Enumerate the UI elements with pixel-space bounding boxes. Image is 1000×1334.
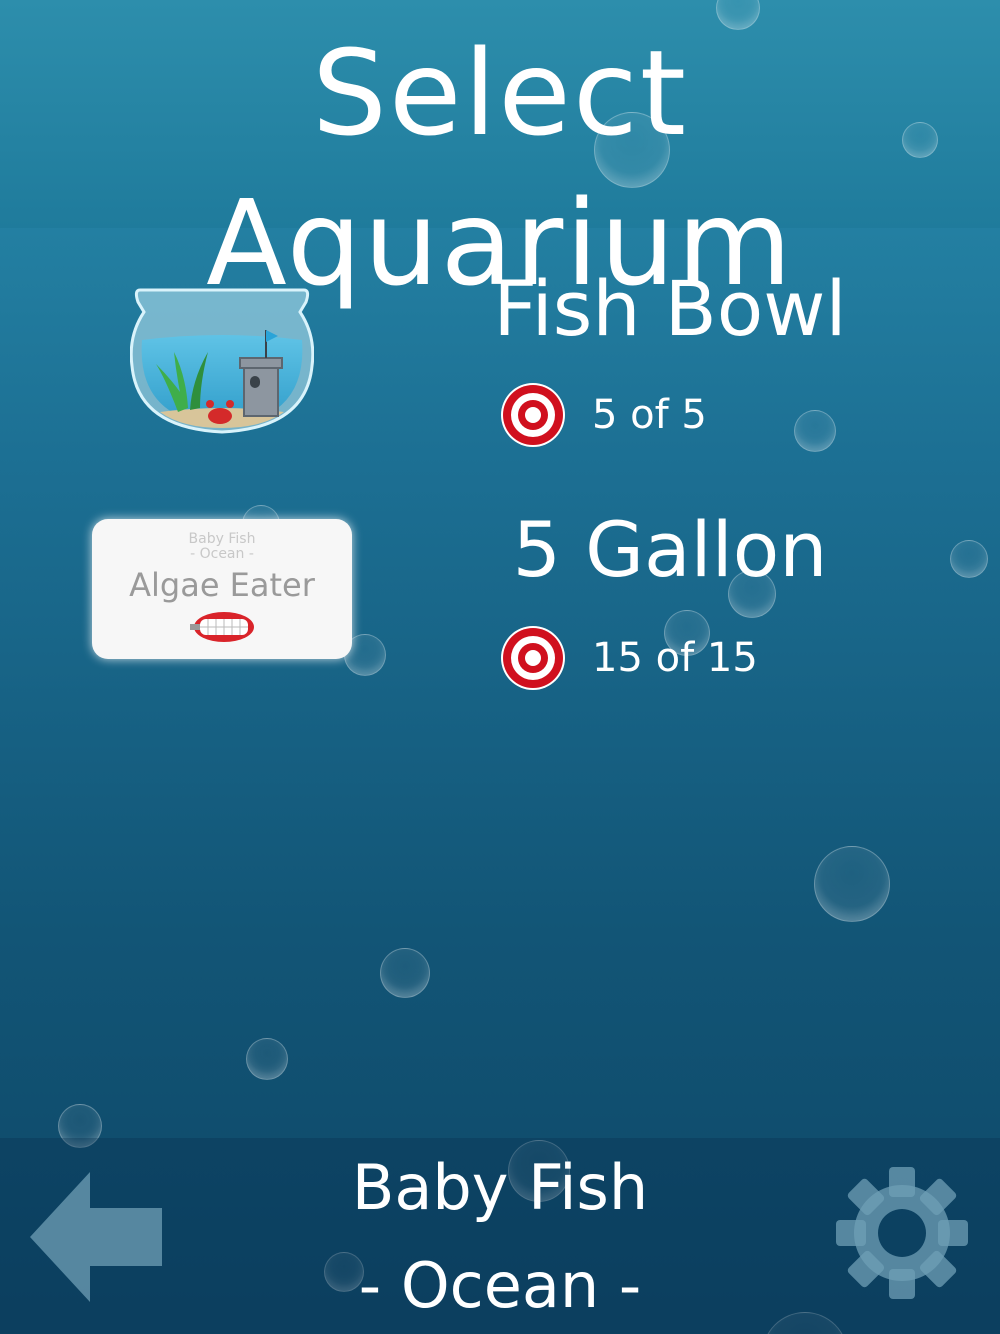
- card-small-subtitle: - Ocean -: [190, 546, 254, 562]
- fish-bowl-icon: [129, 280, 315, 434]
- card-small-title: Baby Fish: [188, 531, 256, 547]
- settings-button[interactable]: [836, 1166, 968, 1300]
- bubble-decoration: [902, 122, 938, 158]
- bubble-decoration: [814, 846, 890, 922]
- algae-eater-card: Baby Fish - Ocean - Algae Eater: [92, 519, 352, 659]
- bubble-decoration: [380, 948, 430, 998]
- score-indicator: 15 of 15: [500, 623, 758, 693]
- aquarium-name: 5 Gallon: [512, 505, 828, 594]
- aquarium-item-5-gallon[interactable]: Baby Fish - Ocean - Algae Eater 5 Gallon…: [0, 505, 1000, 705]
- teeth-icon: [190, 612, 254, 642]
- score-text: 5 of 5: [592, 392, 707, 438]
- gear-icon: [836, 1167, 968, 1299]
- score-indicator: 5 of 5: [500, 380, 707, 450]
- bubble-decoration: [246, 1038, 288, 1080]
- bubble-decoration: [594, 112, 670, 188]
- score-text: 15 of 15: [592, 635, 758, 681]
- card-label: Algae Eater: [129, 566, 315, 604]
- aquarium-name: Fish Bowl: [493, 264, 847, 353]
- aquarium-item-fish-bowl[interactable]: Fish Bowl 5 of 5: [0, 262, 1000, 462]
- target-icon: [501, 383, 565, 447]
- target-icon: [501, 626, 565, 690]
- back-arrow-icon: [30, 1172, 162, 1302]
- back-button[interactable]: [30, 1172, 164, 1302]
